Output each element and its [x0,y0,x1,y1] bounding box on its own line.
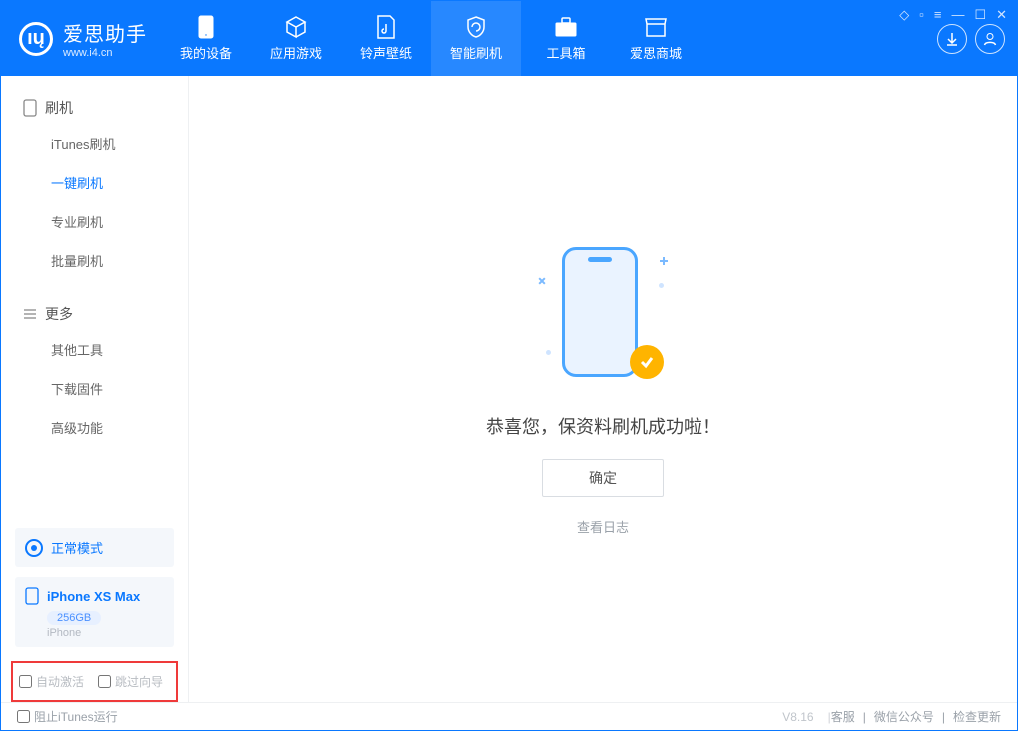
skip-guide-checkbox[interactable]: 跳过向导 [98,673,163,690]
toolbox-icon [554,15,578,39]
sidebar-header-more: 更多 [1,298,188,330]
dot-icon [659,283,664,288]
sidebar-item-pro-flash[interactable]: 专业刷机 [1,202,188,241]
dot-icon [546,350,551,355]
music-file-icon [374,15,398,39]
device-card[interactable]: iPhone XS Max 256GB iPhone [15,577,174,647]
cube-icon [284,15,308,39]
window-controls: ◇ ▫ ≡ ― ☐ ✕ [899,7,1007,23]
nav-ringtone-wallpaper[interactable]: 铃声壁纸 [341,1,431,76]
phone-icon [194,15,218,39]
nav-store[interactable]: 爱思商城 [611,1,701,76]
status-bar: 阻止iTunes运行 V8.16 | 客服 | 微信公众号 | 检查更新 [1,702,1017,730]
menu-lines-icon [23,307,37,321]
nav-my-device[interactable]: 我的设备 [161,1,251,76]
wc-maximize-icon[interactable]: ☐ [974,7,986,23]
sidebar-item-other-tools[interactable]: 其他工具 [1,330,188,369]
success-message: 恭喜您，保资料刷机成功啦！ [486,413,720,439]
brand-url: www.i4.cn [63,47,147,59]
store-icon [644,15,668,39]
device-type: iPhone [47,627,164,639]
device-name: iPhone XS Max [47,589,140,604]
main-panel: 恭喜您，保资料刷机成功啦！ 确定 查看日志 [189,76,1017,702]
phone-frame-icon [562,247,638,377]
highlighted-options-box: 自动激活 跳过向导 [11,661,178,702]
device-icon [23,99,37,117]
nav-label: 智能刷机 [450,43,502,62]
nav-label: 爱思商城 [630,43,682,62]
nav-toolbox[interactable]: 工具箱 [521,1,611,76]
sidebar-item-oneclick-flash[interactable]: 一键刷机 [1,163,188,202]
success-illustration [538,243,668,393]
status-label: 正常模式 [51,538,103,557]
sparkle-icon [536,275,547,286]
nav-smart-flash[interactable]: 智能刷机 [431,1,521,76]
footer-link-wechat[interactable]: 微信公众号 [874,708,934,725]
wc-grid-icon[interactable]: ▫ [919,7,924,23]
nav-label: 工具箱 [546,43,585,62]
footer-link-support[interactable]: 客服 [831,708,855,725]
phone-small-icon [25,587,39,605]
sidebar-header-label: 更多 [45,304,73,324]
nav-apps-games[interactable]: 应用游戏 [251,1,341,76]
sidebar-item-itunes-flash[interactable]: iTunes刷机 [1,124,188,163]
status-dot-icon [25,539,43,557]
check-badge-icon [630,345,664,379]
brand-name: 爱思助手 [63,18,147,47]
sidebar-header-flash: 刷机 [1,92,188,124]
device-mode-status[interactable]: 正常模式 [15,528,174,567]
nav-label: 应用游戏 [270,43,322,62]
wc-close-icon[interactable]: ✕ [996,7,1007,23]
logo-icon: ıų [19,22,53,56]
view-log-link[interactable]: 查看日志 [577,517,629,536]
nav-label: 铃声壁纸 [360,43,412,62]
wc-minimize-icon[interactable]: ― [951,7,964,23]
sidebar: 刷机 iTunes刷机 一键刷机 专业刷机 批量刷机 更多 其他工具 下载固件 … [1,76,189,702]
sidebar-item-advanced[interactable]: 高级功能 [1,408,188,447]
footer-link-check-update[interactable]: 检查更新 [953,708,1001,725]
device-capacity: 256GB [47,611,101,625]
sidebar-item-batch-flash[interactable]: 批量刷机 [1,241,188,280]
brand-logo[interactable]: ıų 爱思助手 www.i4.cn [1,1,161,76]
sparkle-icon [660,257,668,265]
top-nav: 我的设备 应用游戏 铃声壁纸 智能刷机 工具箱 爱思商城 [161,1,701,76]
download-button[interactable] [937,24,967,54]
ok-button[interactable]: 确定 [542,459,664,497]
topbar: ıų 爱思助手 www.i4.cn 我的设备 应用游戏 铃声壁纸 智能刷机 工具… [1,1,1017,76]
sidebar-header-label: 刷机 [45,98,73,118]
nav-label: 我的设备 [180,43,232,62]
wc-menu-icon[interactable]: ≡ [934,7,942,23]
account-button[interactable] [975,24,1005,54]
refresh-shield-icon [464,15,488,39]
block-itunes-checkbox[interactable]: 阻止iTunes运行 [17,708,118,725]
sidebar-item-download-firmware[interactable]: 下载固件 [1,369,188,408]
version-label: V8.16 [782,710,813,724]
wc-shirt-icon[interactable]: ◇ [899,7,909,23]
auto-activate-checkbox[interactable]: 自动激活 [19,673,84,690]
